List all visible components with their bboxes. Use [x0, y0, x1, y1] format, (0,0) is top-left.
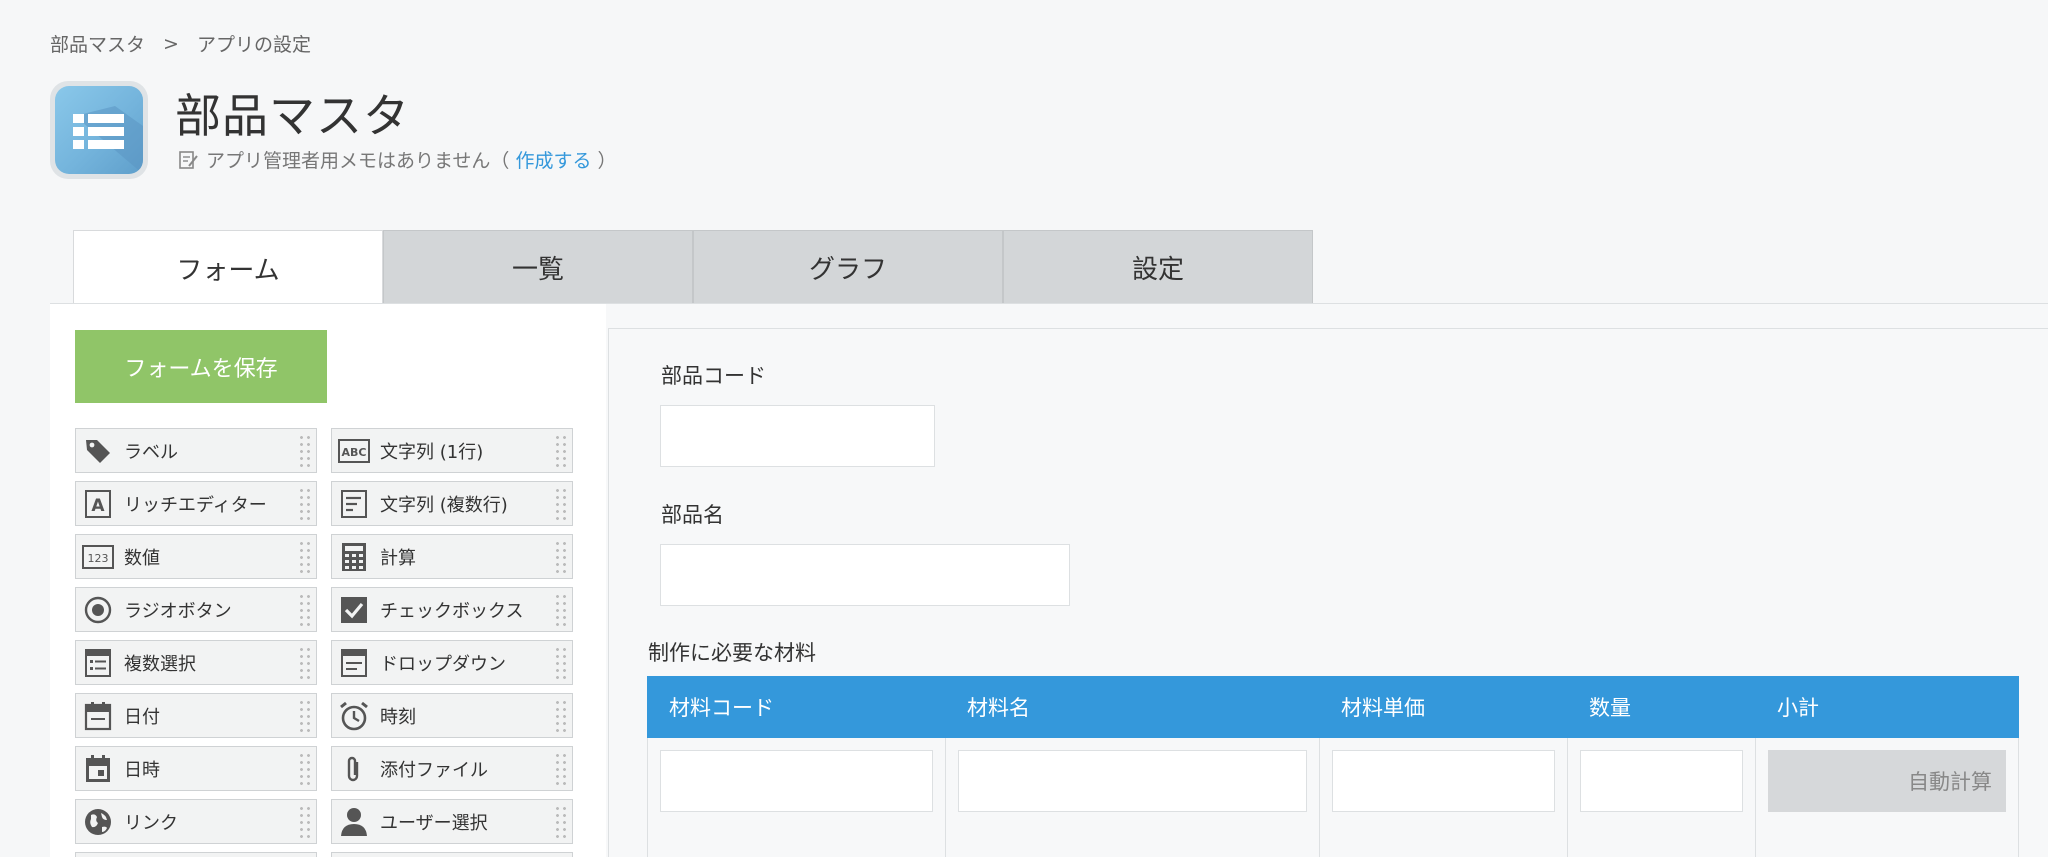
- palette-item-partial[interactable]: [331, 852, 573, 857]
- palette-item-link[interactable]: リンク: [75, 799, 317, 844]
- palette-item-label[interactable]: ラベル: [75, 428, 317, 473]
- palette-item-checkbox[interactable]: チェックボックス: [331, 587, 573, 632]
- svg-text:123: 123: [88, 552, 109, 565]
- paperclip-icon: [338, 753, 370, 785]
- memo-text: アプリ管理者用メモはありません（: [206, 150, 510, 172]
- field-label-part-name: 部品名: [661, 503, 724, 527]
- drag-handle-icon: [298, 699, 312, 733]
- subtable-row: 自動計算: [647, 738, 2019, 857]
- palette-item-text-single[interactable]: ABC 文字列 (1行): [331, 428, 573, 473]
- palette-item-date[interactable]: 日付: [75, 693, 317, 738]
- drag-handle-icon: [298, 593, 312, 627]
- field-label-part-code: 部品コード: [661, 364, 766, 388]
- drag-handle-icon: [298, 540, 312, 574]
- drag-handle-icon: [298, 752, 312, 786]
- memo-edit-icon: [179, 150, 198, 169]
- breadcrumb-root[interactable]: 部品マスタ: [50, 30, 145, 57]
- tab-form[interactable]: フォーム: [73, 230, 383, 305]
- col-material-name: 材料名: [967, 696, 1030, 720]
- unit-price-input[interactable]: [1332, 750, 1555, 812]
- radio-icon: [82, 594, 114, 626]
- table-label-materials: 制作に必要な材料: [648, 641, 816, 665]
- palette-item-text-multi[interactable]: 文字列 (複数行): [331, 481, 573, 526]
- breadcrumb-separator: >: [163, 32, 179, 55]
- palette-item-number[interactable]: 123 数値: [75, 534, 317, 579]
- material-code-input[interactable]: [660, 750, 933, 812]
- app-icon: [50, 81, 148, 179]
- drag-handle-icon: [554, 540, 568, 574]
- abc-icon: ABC: [338, 435, 370, 467]
- list-icon: [73, 106, 143, 174]
- palette-item-rich-editor[interactable]: A リッチエディター: [75, 481, 317, 526]
- palette-item-time[interactable]: 時刻: [331, 693, 573, 738]
- date-icon: [82, 700, 114, 732]
- palette-item-calc[interactable]: 計算: [331, 534, 573, 579]
- tab-list[interactable]: 一覧: [383, 230, 693, 304]
- col-subtotal: 小計: [1777, 696, 1819, 720]
- user-icon: [338, 806, 370, 838]
- subtable-header: 材料コード 材料名 材料単価 数量 小計: [647, 676, 2019, 738]
- multiline-icon: [338, 488, 370, 520]
- drag-handle-icon: [554, 593, 568, 627]
- globe-icon: [82, 806, 114, 838]
- tag-icon: [82, 435, 114, 467]
- drag-handle-icon: [554, 752, 568, 786]
- palette-item-dropdown[interactable]: ドロップダウン: [331, 640, 573, 685]
- calculator-icon: [338, 541, 370, 573]
- drag-handle-icon: [298, 646, 312, 680]
- material-name-input[interactable]: [958, 750, 1307, 812]
- col-quantity: 数量: [1589, 696, 1631, 720]
- palette-item-partial[interactable]: [75, 852, 317, 857]
- quantity-input[interactable]: [1580, 750, 1743, 812]
- palette-item-user-select[interactable]: ユーザー選択: [331, 799, 573, 844]
- number-icon: 123: [82, 541, 114, 573]
- clock-icon: [338, 700, 370, 732]
- checkbox-icon: [338, 594, 370, 626]
- palette-item-datetime[interactable]: 日時: [75, 746, 317, 791]
- drag-handle-icon: [554, 434, 568, 468]
- dropdown-icon: [338, 647, 370, 679]
- rich-editor-icon: A: [82, 488, 114, 520]
- field-palette: ラベル ABC 文字列 (1行) A リッチエディター 文字列 (複数行) 12…: [75, 428, 573, 857]
- part-code-input[interactable]: [660, 405, 935, 467]
- save-form-button[interactable]: フォームを保存: [75, 330, 327, 403]
- palette-item-attachment[interactable]: 添付ファイル: [331, 746, 573, 791]
- col-material-code: 材料コード: [669, 696, 774, 720]
- drag-handle-icon: [298, 805, 312, 839]
- drag-handle-icon: [554, 699, 568, 733]
- admin-memo: アプリ管理者用メモはありません（ 作成する ）: [178, 146, 616, 173]
- col-unit-price: 材料単価: [1341, 696, 1425, 720]
- svg-text:A: A: [91, 496, 105, 516]
- settings-tabs: フォーム 一覧 グラフ 設定: [73, 230, 1313, 305]
- part-name-input[interactable]: [660, 544, 1070, 606]
- svg-text:ABC: ABC: [342, 446, 367, 459]
- materials-subtable[interactable]: 材料コード 材料名 材料単価 数量 小計 自動計算: [647, 676, 2019, 857]
- tab-graph[interactable]: グラフ: [693, 230, 1003, 304]
- memo-create-link[interactable]: 作成する: [515, 146, 591, 173]
- breadcrumb-current: アプリの設定: [196, 34, 311, 56]
- app-title: 部品マスタ: [175, 89, 410, 143]
- palette-item-multi-select[interactable]: 複数選択: [75, 640, 317, 685]
- tab-settings[interactable]: 設定: [1003, 230, 1313, 304]
- memo-close-paren: ）: [597, 150, 617, 172]
- drag-handle-icon: [298, 434, 312, 468]
- drag-handle-icon: [554, 487, 568, 521]
- datetime-icon: [82, 753, 114, 785]
- drag-handle-icon: [554, 805, 568, 839]
- drag-handle-icon: [554, 646, 568, 680]
- multi-select-icon: [82, 647, 114, 679]
- breadcrumb: 部品マスタ > アプリの設定: [50, 30, 311, 57]
- subtotal-auto-calc: 自動計算: [1768, 750, 2006, 812]
- palette-item-radio[interactable]: ラジオボタン: [75, 587, 317, 632]
- drag-handle-icon: [298, 487, 312, 521]
